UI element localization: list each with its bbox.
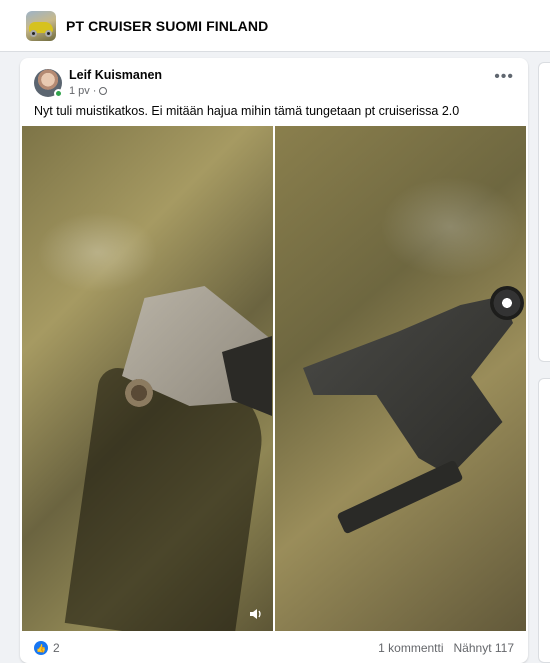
globe-icon <box>99 87 108 95</box>
online-status-icon <box>54 88 63 98</box>
car-part-icon <box>303 296 513 476</box>
post-text: Nyt tuli muistikatkos. Ei mitään hajua m… <box>34 104 460 118</box>
more-options-button[interactable]: ••• <box>494 69 514 85</box>
post-photo-right[interactable] <box>275 126 526 631</box>
post-photo-left[interactable] <box>22 126 273 631</box>
group-name[interactable]: PT CRUISER SUOMI FINLAND <box>66 18 268 34</box>
comment-count[interactable]: 1 kommentti <box>378 641 443 655</box>
like-icon: 👍 <box>34 641 48 655</box>
meta-separator: · <box>92 85 97 97</box>
side-panel-edge <box>538 62 550 362</box>
reaction-count[interactable]: 2 <box>53 641 60 655</box>
sound-icon[interactable] <box>249 607 263 621</box>
side-panel-edge <box>538 378 550 663</box>
author-name[interactable]: Leif Kuismanen <box>69 68 162 82</box>
post-card: Leif Kuismanen 1 pv · ••• Nyt tuli muist… <box>20 58 528 663</box>
post-meta: 1 pv · <box>69 85 162 97</box>
group-header: PT CRUISER SUOMI FINLAND <box>0 0 550 52</box>
post-footer: 👍 2 1 kommentti Nähnyt 117 <box>34 641 514 655</box>
author-avatar[interactable] <box>34 68 63 98</box>
view-count: Nähnyt 117 <box>453 641 515 655</box>
post-header: Leif Kuismanen 1 pv · <box>34 68 162 98</box>
group-avatar[interactable] <box>26 10 56 41</box>
post-time[interactable]: 1 pv <box>69 85 90 97</box>
